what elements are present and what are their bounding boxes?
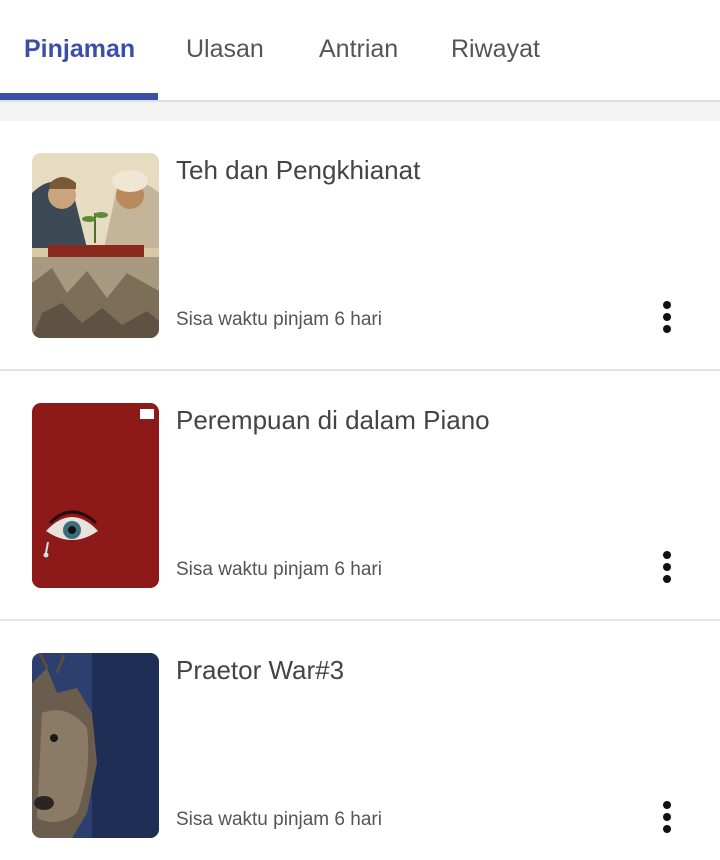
book-title[interactable]: Perempuan di dalam Piano (176, 405, 490, 436)
book-title[interactable]: Praetor War#3 (176, 655, 344, 686)
book-cover-1[interactable] (32, 153, 159, 338)
tab-antrian[interactable]: Antrian (319, 0, 398, 100)
book-cover-3[interactable] (32, 653, 159, 838)
tab-bar: Pinjaman Ulasan Antrian Riwayat (0, 0, 720, 100)
tab-riwayat[interactable]: Riwayat (451, 0, 540, 100)
loan-card-2[interactable]: Perempuan di dalam Piano Sisa waktu pinj… (0, 371, 720, 621)
book-title[interactable]: Teh dan Pengkhianat (176, 155, 420, 186)
book-cover-2[interactable] (32, 403, 159, 588)
loan-remaining-time: Sisa waktu pinjam 6 hari (176, 809, 382, 830)
more-options-icon[interactable] (650, 797, 684, 837)
more-options-icon[interactable] (650, 297, 684, 337)
loan-remaining-time: Sisa waktu pinjam 6 hari (176, 309, 382, 330)
list-top-gap (0, 102, 720, 121)
active-tab-indicator (0, 93, 158, 100)
loan-card-3[interactable]: Praetor War#3 Sisa waktu pinjam 6 hari (0, 621, 720, 860)
tab-pinjaman[interactable]: Pinjaman (24, 0, 135, 100)
loan-remaining-time: Sisa waktu pinjam 6 hari (176, 559, 382, 580)
loan-card-1[interactable]: Teh dan Pengkhianat Sisa waktu pinjam 6 … (0, 121, 720, 371)
tab-ulasan[interactable]: Ulasan (186, 0, 264, 100)
more-options-icon[interactable] (650, 547, 684, 587)
